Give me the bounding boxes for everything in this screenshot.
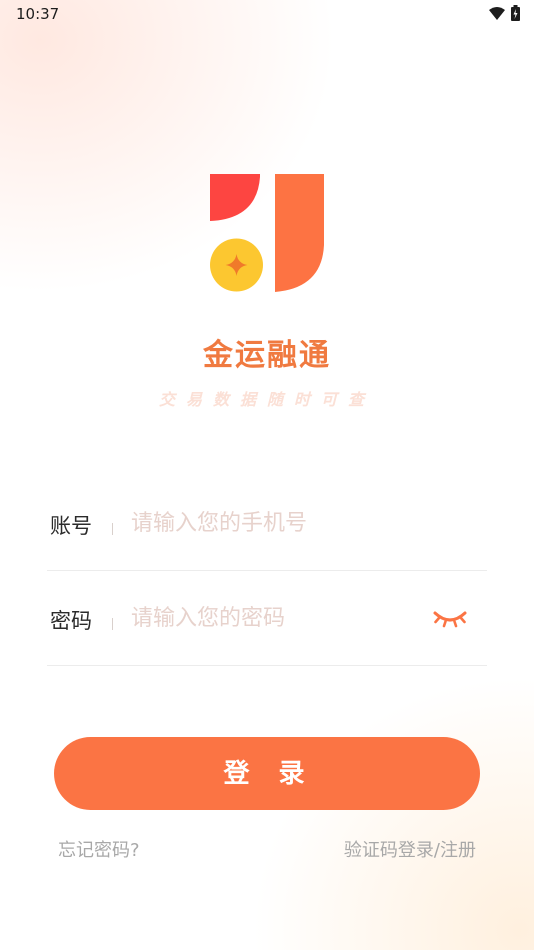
app-slogan: 交易数据随时可查 (158, 390, 375, 409)
phone-input[interactable] (131, 506, 421, 540)
sms-login-register-link[interactable]: 验证码登录/注册 (344, 836, 476, 862)
account-label: 账号 (50, 514, 92, 538)
login-button[interactable]: 登 录 (54, 737, 480, 810)
status-bar: 10:37 (0, 0, 534, 28)
battery-icon (511, 5, 520, 21)
logo-red-shape (210, 174, 260, 221)
eye-closed-icon[interactable] (431, 607, 469, 631)
app-logo (210, 174, 324, 292)
field-divider (112, 523, 113, 535)
password-field: 密码 (47, 573, 487, 666)
status-icons (489, 5, 520, 21)
password-input[interactable] (131, 601, 421, 635)
password-label: 密码 (50, 609, 92, 633)
app-name: 金运融通 (203, 338, 331, 373)
wifi-icon (489, 7, 505, 20)
forgot-password-link[interactable]: 忘记密码? (58, 836, 140, 862)
logo-orange-shape (275, 174, 324, 292)
account-field: 账号 (47, 478, 487, 571)
status-time: 10:37 (16, 5, 60, 23)
field-divider (112, 618, 113, 630)
